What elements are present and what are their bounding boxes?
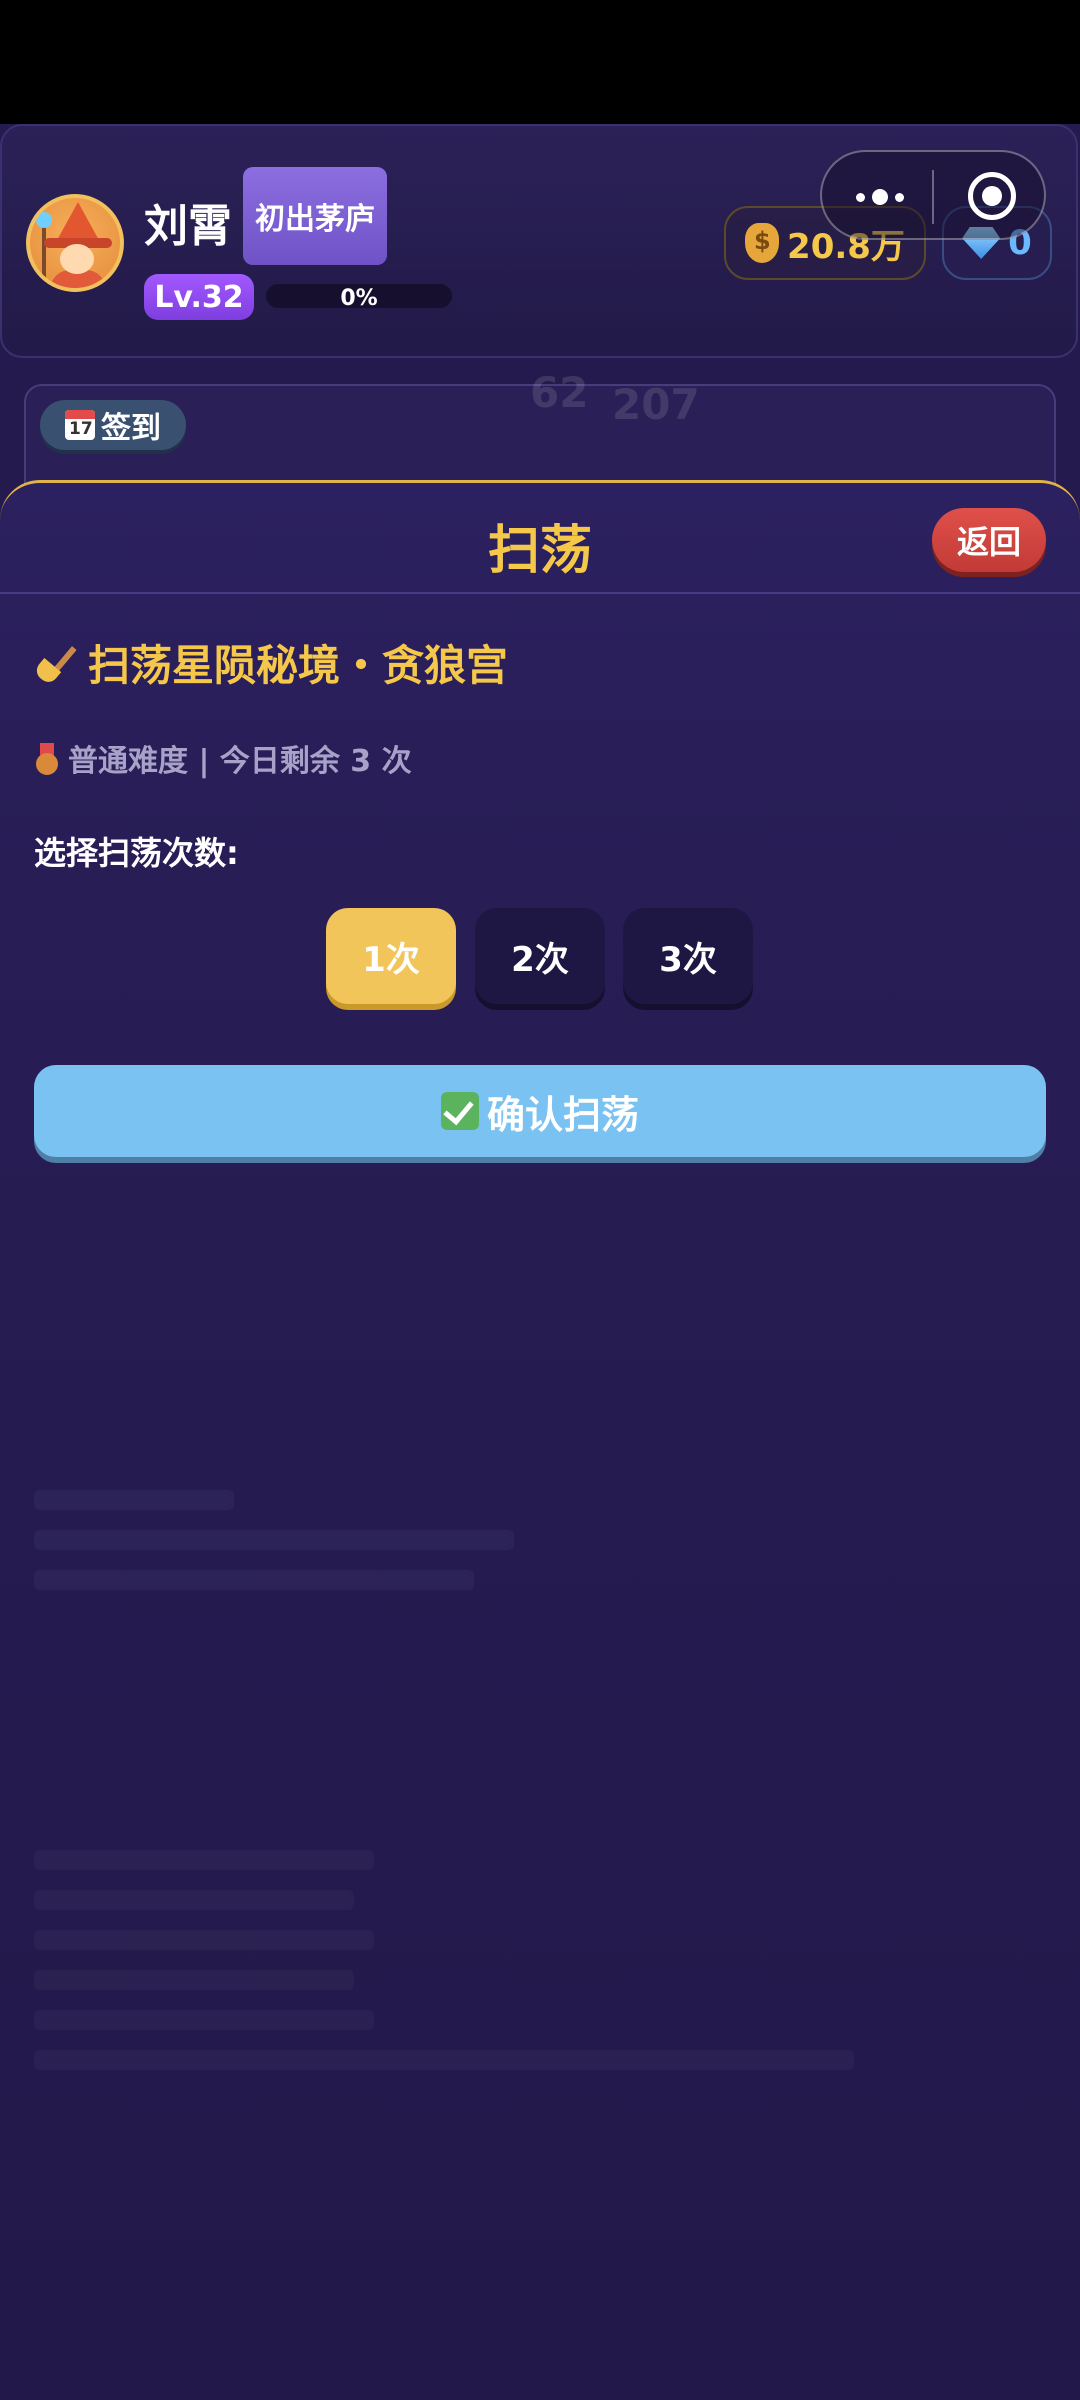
confirm-sweep-button[interactable]: 确认扫荡 xyxy=(34,1065,1046,1157)
difficulty-info: 普通难度 | 今日剩余 3 次 xyxy=(34,736,412,780)
background-remnant xyxy=(34,1970,354,1990)
player-avatar[interactable] xyxy=(26,194,124,292)
count-option-3[interactable]: 3次 xyxy=(623,908,753,1004)
target-icon[interactable] xyxy=(968,172,1016,220)
choose-count-label: 选择扫荡次数: xyxy=(34,834,239,872)
difficulty-text: 普通难度 | 今日剩余 3 次 xyxy=(68,744,412,779)
xp-percent-text: 0% xyxy=(340,286,378,311)
more-icon[interactable] xyxy=(850,180,910,214)
miniprogram-capsule xyxy=(820,150,1046,240)
back-button[interactable]: 返回 xyxy=(932,508,1046,572)
background-remnant xyxy=(34,1890,354,1910)
background-remnant xyxy=(34,2050,854,2070)
background-remnant xyxy=(34,1850,374,1870)
check-icon xyxy=(440,1092,479,1130)
background-remnant xyxy=(34,1490,234,1510)
background-number: 62 xyxy=(530,368,589,417)
title-badge: 初出茅庐 xyxy=(243,167,387,265)
background-remnant xyxy=(34,1530,514,1550)
background-remnant xyxy=(34,1930,374,1950)
background-remnant xyxy=(34,2010,374,2030)
player-name: 刘霄 xyxy=(144,201,232,252)
count-option-2[interactable]: 2次 xyxy=(475,908,605,1004)
count-option-1[interactable]: 1次 xyxy=(326,908,456,1004)
money-bag-icon xyxy=(745,223,780,263)
medal-icon xyxy=(34,743,60,775)
signin-label: 签到 xyxy=(101,411,161,446)
background-remnant xyxy=(34,1570,474,1590)
calendar-icon xyxy=(65,410,95,440)
modal-title: 扫荡 xyxy=(487,521,592,581)
confirm-label: 确认扫荡 xyxy=(486,1092,639,1137)
stage-title-text: 扫荡星陨秘境・贪狼宫 xyxy=(88,641,509,690)
modal-divider xyxy=(0,592,1080,594)
broom-icon xyxy=(32,643,77,686)
stage-title: 扫荡星陨秘境・贪狼宫 xyxy=(32,632,509,693)
level-badge: Lv.32 xyxy=(144,274,254,320)
background-number: 207 xyxy=(612,380,700,429)
signin-button[interactable]: 签到 xyxy=(40,400,186,450)
